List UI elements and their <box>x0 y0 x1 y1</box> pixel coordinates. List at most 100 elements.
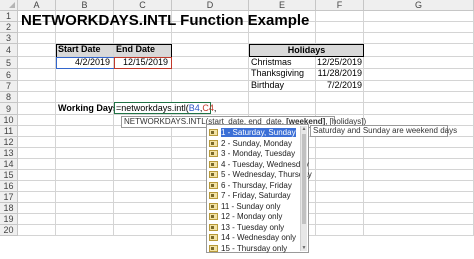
row-header-16[interactable]: 16 <box>0 181 18 192</box>
row-header-18[interactable]: 18 <box>0 203 18 214</box>
grid-cell[interactable] <box>18 148 56 159</box>
column-header-f[interactable]: F <box>316 0 364 11</box>
row-header-2[interactable]: 2 <box>0 22 18 33</box>
row-header-14[interactable]: 14 <box>0 159 18 170</box>
grid-cell[interactable] <box>56 170 114 181</box>
grid-cell[interactable] <box>114 225 172 236</box>
grid-cell[interactable] <box>114 148 172 159</box>
grid-cell[interactable] <box>18 225 56 236</box>
weekend-option[interactable]: 1 - Saturday, Sunday <box>209 127 296 138</box>
working-days-label[interactable]: Working Days: <box>58 103 121 114</box>
grid-cell[interactable] <box>114 159 172 170</box>
scroll-down-icon[interactable]: ▼ <box>301 245 307 251</box>
grid-cell[interactable] <box>249 103 316 115</box>
grid-cell[interactable] <box>316 33 364 44</box>
column-header-c[interactable]: C <box>114 0 172 11</box>
grid-cell[interactable] <box>364 33 474 44</box>
column-header-d[interactable]: D <box>172 0 249 11</box>
holiday-name-2[interactable]: Thanksgiving <box>251 68 304 79</box>
grid-cell[interactable] <box>56 92 114 103</box>
grid-cell[interactable] <box>364 22 474 33</box>
grid-cell[interactable] <box>56 225 114 236</box>
grid-cell[interactable] <box>316 22 364 33</box>
row-header-17[interactable]: 17 <box>0 192 18 203</box>
grid-cell[interactable] <box>18 181 56 192</box>
grid-cell[interactable] <box>316 137 364 148</box>
grid-cell[interactable] <box>364 44 474 57</box>
row-header-1[interactable]: 1 <box>0 11 18 22</box>
grid-cell[interactable] <box>56 203 114 214</box>
grid-cell[interactable] <box>316 214 364 225</box>
column-header-b[interactable]: B <box>56 0 114 11</box>
grid-cell[interactable] <box>316 148 364 159</box>
grid-cell[interactable] <box>316 159 364 170</box>
grid-cell[interactable] <box>364 192 474 203</box>
grid-cell[interactable] <box>56 181 114 192</box>
grid-cell[interactable] <box>18 126 56 137</box>
grid-cell[interactable] <box>18 214 56 225</box>
grid-cell[interactable] <box>364 81 474 92</box>
grid-cell[interactable] <box>364 103 474 115</box>
grid-cell[interactable] <box>364 92 474 103</box>
row-header-15[interactable]: 15 <box>0 170 18 181</box>
holiday-date-2[interactable]: 11/28/2019 <box>316 68 362 79</box>
grid-cell[interactable] <box>316 203 364 214</box>
grid-cell[interactable] <box>114 137 172 148</box>
grid-cell[interactable] <box>114 81 172 92</box>
grid-cell[interactable] <box>316 225 364 236</box>
grid-cell[interactable] <box>172 44 249 57</box>
grid-cell[interactable] <box>364 181 474 192</box>
row-header-10[interactable]: 10 <box>0 115 18 126</box>
grid-cell[interactable] <box>56 192 114 203</box>
weekend-option[interactable]: 4 - Tuesday, Wednesday <box>209 159 309 170</box>
row-header-7[interactable]: 7 <box>0 81 18 92</box>
holiday-name-1[interactable]: Christmas <box>251 57 292 68</box>
row-header-5[interactable]: 5 <box>0 57 18 69</box>
grid-cell[interactable] <box>18 203 56 214</box>
row-header-8[interactable]: 8 <box>0 92 18 103</box>
weekend-option[interactable]: 15 - Thursday only <box>209 243 287 254</box>
row-header-4[interactable]: 4 <box>0 44 18 57</box>
grid-cell[interactable] <box>56 126 114 137</box>
grid-cell[interactable] <box>316 11 364 22</box>
holidays-header[interactable]: Holidays <box>249 44 364 57</box>
grid-cell[interactable] <box>364 214 474 225</box>
dropdown-scrollbar[interactable]: ▲ ▼ <box>300 126 307 251</box>
row-header-12[interactable]: 12 <box>0 137 18 148</box>
grid-cell[interactable] <box>114 214 172 225</box>
grid-cell[interactable] <box>316 170 364 181</box>
grid-cell[interactable] <box>18 44 56 57</box>
grid-cell[interactable] <box>249 33 316 44</box>
row-header-20[interactable]: 20 <box>0 225 18 236</box>
grid-cell[interactable] <box>364 170 474 181</box>
grid-cell[interactable] <box>364 159 474 170</box>
column-header-a[interactable]: A <box>18 0 56 11</box>
row-header-19[interactable]: 19 <box>0 214 18 225</box>
grid-cell[interactable] <box>316 92 364 103</box>
grid-cell[interactable] <box>364 57 474 69</box>
holiday-date-3[interactable]: 7/2/2019 <box>316 80 362 91</box>
grid-cell[interactable] <box>364 148 474 159</box>
row-header-6[interactable]: 6 <box>0 69 18 81</box>
grid-cell[interactable] <box>364 11 474 22</box>
grid-cell[interactable] <box>18 115 56 126</box>
grid-cell[interactable] <box>56 137 114 148</box>
formula-edit-cell[interactable]: =networkdays.intl(B4,C4, <box>114 102 216 114</box>
grid-cell[interactable] <box>316 192 364 203</box>
grid-cell[interactable] <box>18 170 56 181</box>
holiday-name-3[interactable]: Birthday <box>251 80 284 91</box>
holiday-date-1[interactable]: 12/25/2019 <box>316 57 362 68</box>
grid-cell[interactable] <box>18 81 56 92</box>
grid-cell[interactable] <box>18 33 56 44</box>
grid-cell[interactable] <box>364 137 474 148</box>
grid-cell[interactable] <box>18 103 56 115</box>
grid-cell[interactable] <box>18 137 56 148</box>
grid-cell[interactable] <box>316 103 364 115</box>
weekend-options-dropdown[interactable]: 1 - Saturday, Sunday 2 - Sunday, Monday 3 … <box>206 124 312 254</box>
grid-cell[interactable] <box>18 159 56 170</box>
grid-cell[interactable] <box>56 81 114 92</box>
grid-cell[interactable] <box>172 69 249 81</box>
grid-cell[interactable] <box>56 214 114 225</box>
weekend-option[interactable]: 13 - Tuesday only <box>209 222 284 233</box>
grid-cell[interactable] <box>114 192 172 203</box>
